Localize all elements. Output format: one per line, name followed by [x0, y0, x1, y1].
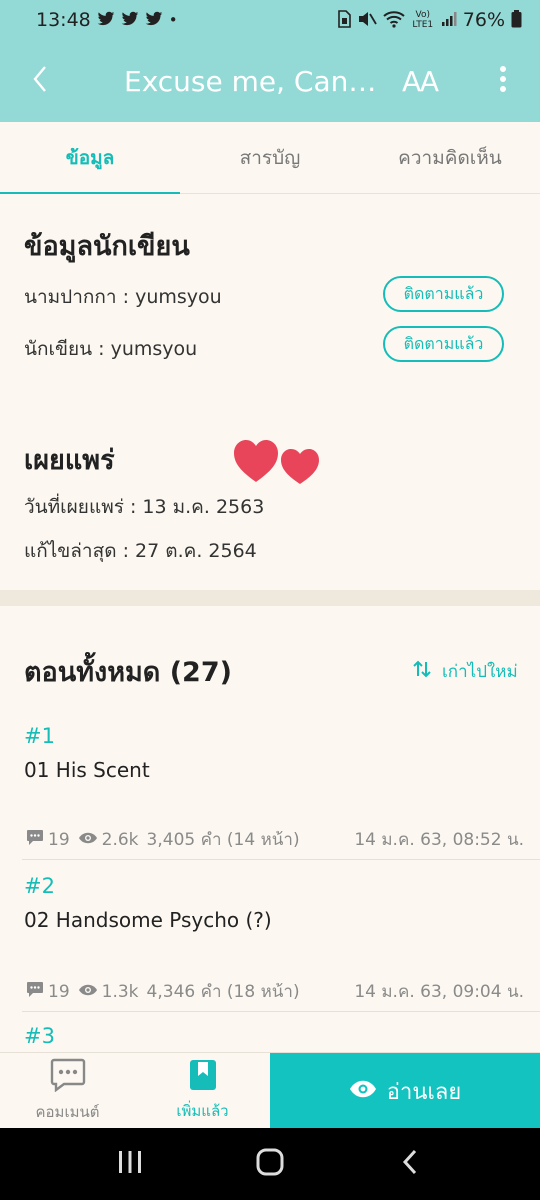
sim-icon — [337, 9, 351, 31]
info-section: ข้อมูลนักเขียน นามปากกา : yumsyou ติดตาม… — [0, 194, 540, 590]
episode-number: #1 — [24, 724, 55, 748]
episode-item[interactable]: #2 02 Handsome Psycho (?) 19 1.3k 4,346 … — [0, 868, 540, 1012]
episode-title: 02 Handsome Psycho (?) — [24, 908, 272, 932]
follow-pen-name-button[interactable]: ติดตามแล้ว — [383, 276, 504, 312]
tab-contents[interactable]: สารบัญ — [180, 122, 360, 194]
recent-apps-button[interactable] — [100, 1134, 160, 1194]
chevron-left-icon — [32, 65, 48, 97]
published-date: วันที่เผยแพร่ : 13 ม.ค. 2563 — [24, 496, 265, 518]
page-title: Excuse me, Can I... — [124, 64, 384, 98]
added-button-label: เพิ่มแล้ว — [176, 1102, 229, 1120]
chevron-left-icon — [402, 1149, 418, 1179]
read-now-button[interactable]: อ่านเลย — [270, 1053, 540, 1129]
section-divider — [0, 590, 540, 606]
comment-bubble-icon — [50, 1058, 86, 1096]
eye-icon — [78, 830, 98, 850]
tab-info[interactable]: ข้อมูล — [0, 122, 180, 195]
sort-label: เก่าไปใหม่ — [442, 662, 518, 682]
episode-date: 14 ม.ค. 63, 08:52 น. — [354, 830, 524, 850]
view-count: 2.6k — [101, 829, 139, 850]
pen-name-text: นามปากกา : yumsyou — [24, 286, 222, 308]
episodes-section: ตอนทั้งหมด (27) เก่าไปใหม่ #1 01 His Sce… — [0, 606, 540, 1052]
episode-meta: 19 2.6k 3,405 คำ (14 หน้า) — [26, 826, 300, 853]
home-button[interactable] — [240, 1134, 300, 1194]
tab-info-label: ข้อมูล — [65, 147, 115, 169]
eye-icon — [78, 982, 98, 1002]
sort-icon — [412, 659, 432, 684]
word-count: 3,405 คำ (14 หน้า) — [146, 830, 300, 850]
episode-separator — [22, 859, 540, 860]
word-count: 4,346 คำ (18 หน้า) — [146, 982, 300, 1002]
status-bar: 13:48 • Vo) LTE1 76% — [0, 0, 540, 40]
tab-bar: ข้อมูล สารบัญ ความคิดเห็น — [0, 122, 540, 195]
bottom-action-bar: คอมเมนต์ เพิ่มแล้ว อ่านเลย — [0, 1052, 540, 1129]
episode-item[interactable]: #1 01 His Scent 19 2.6k 3,405 คำ (14 หน้… — [0, 716, 540, 860]
home-icon — [256, 1148, 284, 1180]
writer-text: นักเขียน : yumsyou — [24, 338, 198, 360]
episode-separator — [22, 1011, 540, 1012]
status-time: 13:48 — [36, 9, 91, 31]
tab-comments-label: ความคิดเห็น — [398, 147, 502, 169]
font-size-icon: AA — [402, 64, 439, 98]
comment-button[interactable]: คอมเมนต์ — [0, 1053, 135, 1129]
comment-count: 19 — [48, 981, 70, 1002]
episode-date: 14 ม.ค. 63, 09:04 น. — [354, 982, 524, 1002]
battery-icon — [511, 9, 522, 31]
hearts-sticker — [234, 438, 324, 490]
episodes-heading: ตอนทั้งหมด (27) — [24, 657, 232, 688]
episode-number: #2 — [24, 874, 55, 898]
battery-percent: 76% — [462, 9, 505, 31]
wifi-icon — [383, 10, 405, 31]
network-label: Vo) LTE1 — [412, 10, 434, 30]
comment-button-label: คอมเมนต์ — [35, 1103, 100, 1121]
tab-comments[interactable]: ความคิดเห็น — [360, 122, 540, 194]
read-now-label: อ่านเลย — [386, 1079, 462, 1105]
eye-icon — [349, 1079, 377, 1104]
recent-apps-icon — [117, 1150, 143, 1178]
publish-heading: เผยแพร่ — [24, 445, 115, 476]
twitter-icon — [145, 11, 163, 30]
tab-contents-label: สารบัญ — [239, 147, 301, 169]
episode-number: #3 — [24, 1024, 55, 1048]
system-back-button[interactable] — [380, 1134, 440, 1194]
twitter-icon — [97, 11, 115, 30]
added-to-library-button[interactable]: เพิ่มแล้ว — [135, 1053, 270, 1129]
mute-icon — [357, 10, 377, 31]
follow-writer-button[interactable]: ติดตามแล้ว — [383, 326, 504, 362]
more-options-button[interactable] — [488, 40, 518, 122]
twitter-icon — [121, 11, 139, 30]
comment-icon — [26, 829, 44, 851]
dot-icon: • — [168, 10, 178, 29]
back-button[interactable] — [0, 40, 80, 122]
updated-date: แก้ไขล่าสุด : 27 ต.ค. 2564 — [24, 540, 257, 562]
signal-icon — [441, 11, 457, 30]
font-size-button[interactable]: AA — [402, 40, 439, 122]
comment-count: 19 — [48, 829, 70, 850]
app-header: Excuse me, Can I... AA — [0, 40, 540, 122]
comment-icon — [26, 981, 44, 1003]
more-vertical-icon — [499, 65, 507, 97]
episode-title: 01 His Scent — [24, 758, 150, 782]
episode-item[interactable]: #3 — [0, 1020, 540, 1052]
system-nav-bar — [0, 1128, 540, 1200]
view-count: 1.3k — [101, 981, 139, 1002]
episode-meta: 19 1.3k 4,346 คำ (18 หน้า) — [26, 978, 300, 1005]
bookmark-book-icon — [189, 1059, 217, 1095]
sort-button[interactable]: เก่าไปใหม่ — [412, 658, 518, 685]
writer-info-heading: ข้อมูลนักเขียน — [24, 231, 190, 262]
